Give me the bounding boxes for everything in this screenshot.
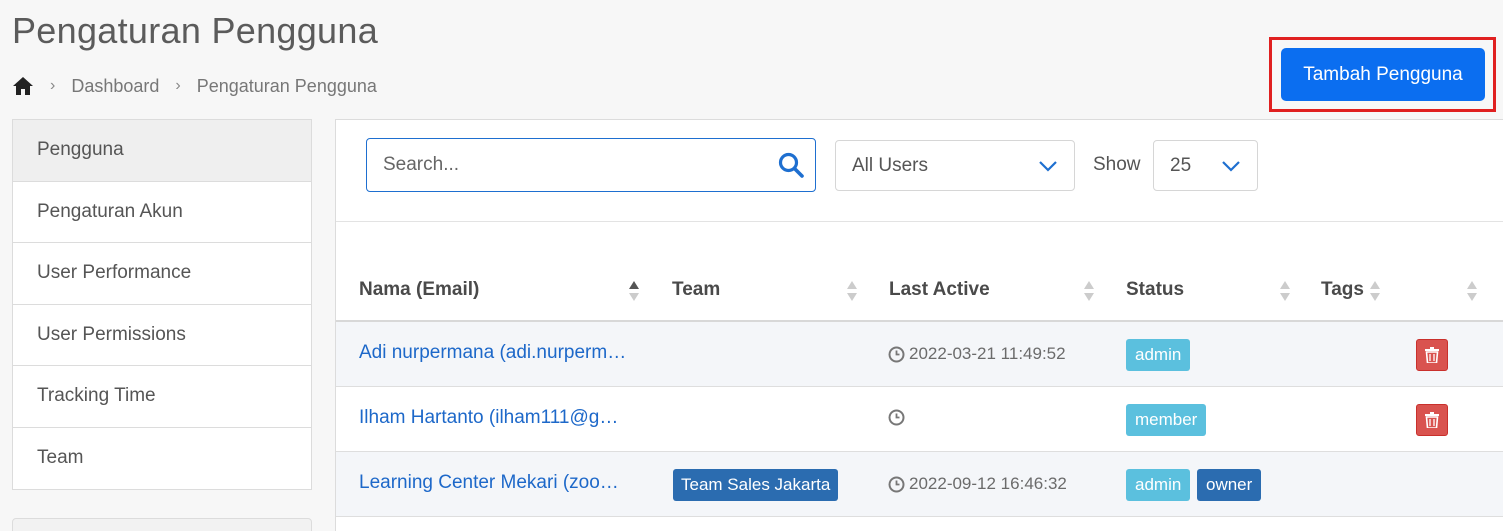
status-badge: admin [1126, 469, 1191, 501]
filter-bar: All Users Show 25 [336, 120, 1503, 222]
page-title: Pengaturan Pengguna [12, 10, 379, 51]
table-row: Adi nurpermana (adi.nurpermana@mekari.co… [336, 322, 1503, 387]
add-user-button[interactable]: Tambah Pengguna [1281, 48, 1485, 101]
status-badge: member [1126, 404, 1207, 436]
sidebar-item-team[interactable]: Team [13, 427, 311, 489]
chevron-down-icon [1039, 160, 1057, 172]
last-active-cell: 2022-09-12 16:46:32 [888, 474, 1067, 494]
delete-user-button[interactable] [1416, 404, 1448, 436]
sidebar-item-pengaturan-akun[interactable]: Pengaturan Akun [13, 181, 311, 243]
page-size-value: 25 [1170, 154, 1192, 176]
breadcrumb-dashboard[interactable]: Dashboard [71, 76, 159, 97]
breadcrumb-current: Pengaturan Pengguna [196, 75, 377, 96]
column-header-team[interactable]: Team [672, 279, 720, 301]
sidebar-secondary-panel [12, 518, 312, 531]
last-active-cell [888, 409, 909, 426]
sidebar-item-user-performance[interactable]: User Performance [13, 243, 311, 305]
page-size-select[interactable]: 25 [1153, 140, 1258, 191]
column-header-name[interactable]: Nama (Email) [359, 279, 479, 301]
sidebar-item-tracking-time[interactable]: Tracking Time [13, 366, 311, 428]
trash-icon [1425, 347, 1439, 363]
sort-icon[interactable] [1083, 279, 1095, 303]
clock-icon [888, 409, 905, 426]
user-name-link[interactable]: Ilham Hartanto (ilham111@gmail.com) [359, 407, 629, 429]
search-box[interactable] [366, 138, 816, 192]
column-header-last-active[interactable]: Last Active [889, 279, 990, 301]
column-header-tags[interactable]: Tags [1321, 279, 1364, 301]
users-panel: All Users Show 25 Nama (Email) Team Last… [335, 119, 1503, 531]
breadcrumb: › Dashboard › Pengaturan Pengguna [12, 74, 377, 98]
table-row: Ilham Hartanto (ilham111@gmail.com) memb… [336, 387, 1503, 452]
clock-icon [888, 476, 905, 492]
home-icon[interactable] [12, 76, 34, 96]
sort-asc-icon[interactable] [628, 279, 640, 303]
delete-user-button[interactable] [1416, 339, 1448, 371]
status-badge-owner: owner [1197, 469, 1262, 501]
last-active-value: 2022-03-21 11:49:52 [909, 344, 1066, 363]
show-label: Show [1093, 154, 1141, 175]
sort-icon[interactable] [1369, 279, 1381, 303]
sort-icon[interactable] [1466, 279, 1478, 303]
breadcrumb-separator: › [50, 77, 56, 94]
search-icon[interactable] [777, 151, 805, 179]
table-header: Nama (Email) Team Last Active Status Tag… [336, 260, 1503, 322]
table-row: Learning Center Mekari (zoom@mekari.com)… [336, 452, 1503, 517]
sidebar-item-pengguna[interactable]: Pengguna [13, 120, 311, 182]
last-active-value: 2022-09-12 16:46:32 [909, 474, 1067, 493]
column-header-status[interactable]: Status [1126, 279, 1184, 301]
user-filter-value: All Users [852, 154, 929, 176]
chevron-down-icon [1222, 160, 1240, 172]
sidebar: Pengguna Pengaturan Akun User Performanc… [12, 119, 312, 490]
trash-icon [1425, 412, 1439, 428]
user-name-link[interactable]: Learning Center Mekari (zoom@mekari.com) [359, 472, 629, 494]
last-active-cell: 2022-03-21 11:49:52 [888, 344, 1066, 364]
team-badge[interactable]: Team Sales Jakarta [673, 469, 839, 501]
breadcrumb-separator: › [175, 77, 181, 94]
sort-icon[interactable] [1279, 279, 1291, 303]
search-input[interactable] [367, 139, 777, 191]
sort-icon[interactable] [846, 279, 858, 303]
user-name-link[interactable]: Adi nurpermana (adi.nurpermana@mekari.co… [359, 342, 629, 364]
user-filter-select[interactable]: All Users [835, 140, 1075, 191]
status-badge: admin [1126, 339, 1191, 371]
clock-icon [888, 346, 905, 362]
sidebar-item-user-permissions[interactable]: User Permissions [13, 304, 311, 366]
